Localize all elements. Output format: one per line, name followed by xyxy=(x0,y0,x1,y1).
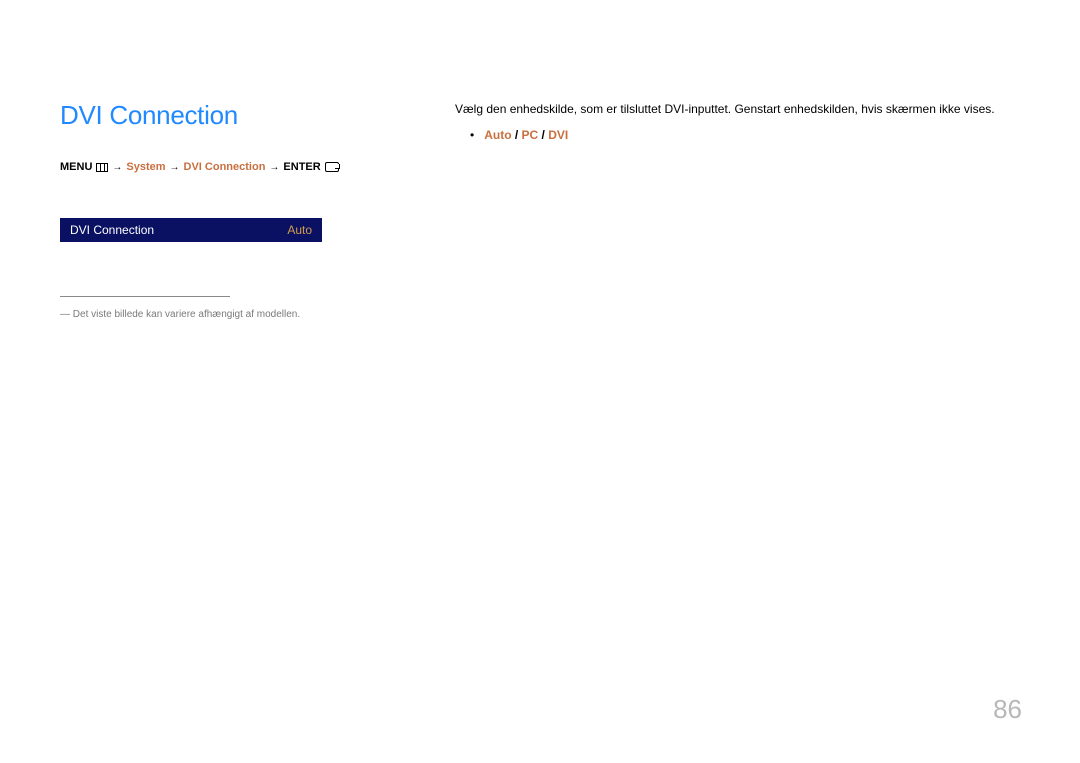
option-auto: Auto xyxy=(484,128,511,142)
footnote-block: ― Det viste billede kan variere afhængig… xyxy=(60,296,405,320)
breadcrumb-dvi: DVI Connection xyxy=(184,161,266,173)
body-text: Vælg den enhedskilde, som er tilsluttet … xyxy=(455,100,1020,118)
left-column: DVI Connection MENU → System → DVI Conne… xyxy=(60,100,405,320)
options-list: • Auto / PC / DVI xyxy=(455,128,1020,142)
manual-page: DVI Connection MENU → System → DVI Conne… xyxy=(0,0,1080,763)
setting-value: Auto xyxy=(270,218,322,242)
page-number: 86 xyxy=(993,694,1022,725)
footnote-text: Det viste billede kan variere afhængigt … xyxy=(73,309,300,320)
divider xyxy=(60,296,230,297)
breadcrumb: MENU → System → DVI Connection → ENTER xyxy=(60,161,405,173)
bullet-icon: • xyxy=(470,129,474,141)
footnote-dash: ― xyxy=(60,309,70,320)
breadcrumb-enter: ENTER xyxy=(283,161,320,173)
footnote: ― Det viste billede kan variere afhængig… xyxy=(60,309,405,320)
setting-label: DVI Connection xyxy=(60,218,270,242)
setting-row-dvi-connection: DVI Connection Auto xyxy=(60,218,322,242)
option-dvi: DVI xyxy=(548,128,568,142)
options-text: Auto / PC / DVI xyxy=(484,128,568,142)
enter-icon xyxy=(325,162,339,172)
option-sep: / xyxy=(538,128,548,142)
breadcrumb-arrow: → xyxy=(170,162,180,173)
breadcrumb-menu: MENU xyxy=(60,161,92,173)
page-title: DVI Connection xyxy=(60,100,405,131)
right-column: Vælg den enhedskilde, som er tilsluttet … xyxy=(455,100,1020,142)
breadcrumb-system: System xyxy=(126,161,165,173)
breadcrumb-arrow: → xyxy=(112,162,122,173)
menu-icon xyxy=(96,163,108,172)
option-pc: PC xyxy=(522,128,539,142)
option-sep: / xyxy=(512,128,522,142)
breadcrumb-arrow: → xyxy=(269,162,279,173)
